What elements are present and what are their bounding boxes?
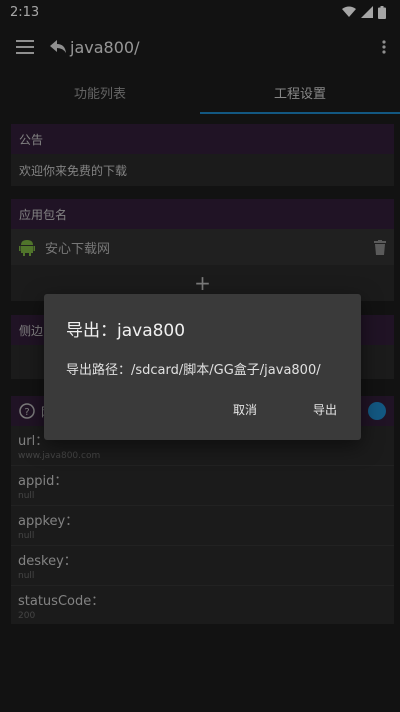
cancel-button[interactable]: 取消 [225,397,265,422]
dialog-actions: 取消 导出 [225,397,345,422]
export-dialog: 导出：java800 导出路径：/sdcard/脚本/GG盒子/java800/… [44,294,361,440]
dialog-title: 导出：java800 [66,321,186,341]
export-button[interactable]: 导出 [305,397,345,422]
dialog-message: 导出路径：/sdcard/脚本/GG盒子/java800/ [66,363,321,378]
